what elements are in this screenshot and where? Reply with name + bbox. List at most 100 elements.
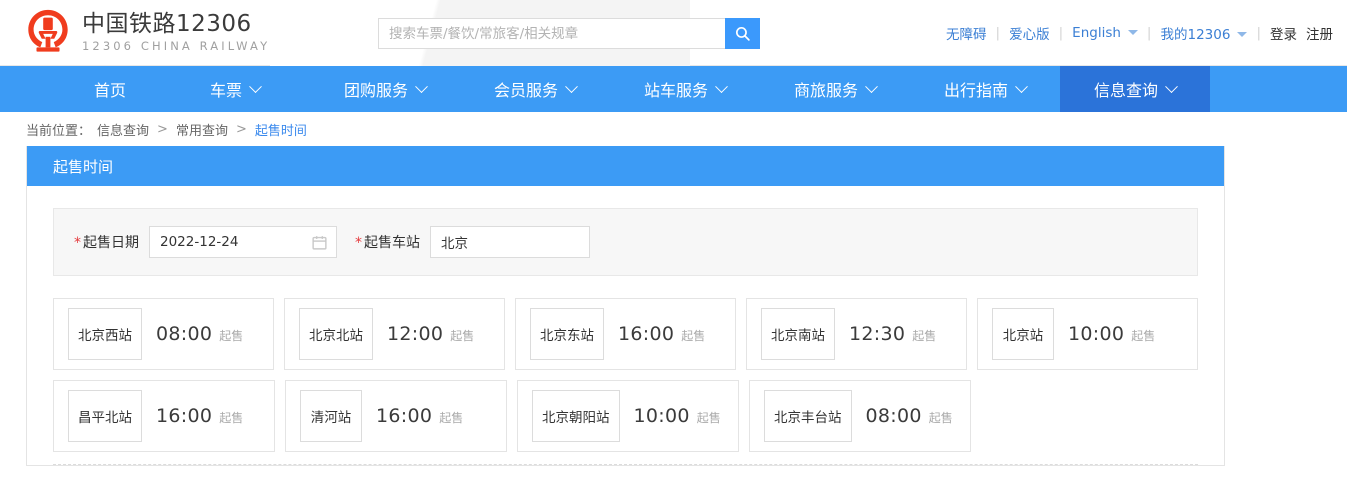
chevron-down-icon (249, 80, 262, 93)
sale-date-input-shell[interactable] (149, 226, 337, 258)
chevron-down-icon (865, 80, 878, 93)
station-name: 北京南站 (761, 308, 835, 360)
nav-item-home[interactable]: 首页 (60, 66, 160, 112)
chevron-down-icon (415, 80, 428, 93)
sale-time-suffix: 起售 (912, 327, 936, 344)
station-card[interactable]: 昌平北站 16:00 起售 (53, 380, 275, 452)
site-header: 中国铁路12306 12306 CHINA RAILWAY 无障碍 | 爱心版 … (0, 0, 1347, 66)
sale-station-input[interactable] (431, 227, 589, 257)
search-button[interactable] (725, 18, 760, 49)
required-mark: * (74, 235, 81, 251)
station-sale-time: 12:30 起售 (849, 323, 936, 345)
sale-station-input-shell[interactable] (430, 226, 590, 258)
breadcrumb: 当前位置： 信息查询 > 常用查询 > 起售时间 (0, 112, 1347, 146)
top-link-divider: | (1256, 25, 1261, 41)
station-sale-time: 10:00 起售 (634, 405, 721, 427)
station-name: 北京西站 (68, 308, 142, 360)
top-link-my12306[interactable]: 我的12306 (1160, 23, 1247, 43)
station-card[interactable]: 北京北站 12:00 起售 (284, 298, 505, 370)
sale-time-value: 16:00 (376, 405, 432, 427)
chevron-down-icon (1237, 32, 1247, 37)
site-search[interactable] (378, 18, 760, 49)
sale-time-suffix: 起售 (929, 409, 953, 426)
sale-time-panel: 起售时间 *起售日期 *起售车站 (26, 146, 1225, 466)
nav-item-home-label: 首页 (94, 77, 126, 101)
breadcrumb-item-common-query[interactable]: 常用查询 (176, 120, 228, 139)
station-card-row: 昌平北站 16:00 起售 清河站 16:00 起售 北京朝阳站 10:00 起… (53, 380, 1198, 452)
top-link-care-edition[interactable]: 爱心版 (1009, 23, 1050, 43)
station-card[interactable]: 清河站 16:00 起售 (285, 380, 507, 452)
chevron-down-icon (1128, 30, 1138, 35)
breadcrumb-item-sale-time[interactable]: 起售时间 (255, 120, 307, 139)
sale-time-value: 08:00 (866, 405, 922, 427)
top-link-divider: | (996, 25, 1001, 41)
nav-item-group-service-label: 团购服务 (344, 77, 408, 101)
top-link-english-label: English (1072, 25, 1121, 41)
china-railway-emblem-icon (24, 8, 72, 56)
station-sale-time: 12:00 起售 (387, 323, 474, 345)
nav-item-info-query[interactable]: 信息查询 (1060, 66, 1210, 112)
site-logo[interactable]: 中国铁路12306 12306 CHINA RAILWAY (24, 8, 270, 56)
station-card[interactable]: 北京东站 16:00 起售 (515, 298, 736, 370)
sale-station-label: *起售车站 (355, 232, 420, 252)
sale-time-suffix: 起售 (697, 409, 721, 426)
nav-item-group-service[interactable]: 团购服务 (310, 66, 460, 112)
station-sale-time: 08:00 起售 (156, 323, 243, 345)
station-sale-time: 10:00 起售 (1068, 323, 1155, 345)
nav-item-travel-guide-label: 出行指南 (944, 77, 1008, 101)
nav-item-station-train-service[interactable]: 站车服务 (610, 66, 760, 112)
station-name: 北京站 (992, 308, 1054, 360)
login-link[interactable]: 登录 (1270, 23, 1297, 43)
nav-item-station-train-service-label: 站车服务 (644, 77, 708, 101)
station-card-row: 北京西站 08:00 起售 北京北站 12:00 起售 北京东站 16:00 起… (53, 298, 1198, 370)
station-sale-time: 16:00 起售 (156, 405, 243, 427)
nav-item-member-service[interactable]: 会员服务 (460, 66, 610, 112)
chevron-down-icon (565, 80, 578, 93)
sale-time-value: 16:00 (618, 323, 674, 345)
sale-time-suffix: 起售 (219, 327, 243, 344)
logo-title-cn: 中国铁路12306 (82, 13, 270, 36)
search-input[interactable] (378, 18, 725, 49)
sale-time-suffix: 起售 (681, 327, 705, 344)
required-mark: * (355, 235, 362, 251)
station-sale-time: 16:00 起售 (376, 405, 463, 427)
station-card[interactable]: 北京站 10:00 起售 (977, 298, 1198, 370)
sale-time-value: 10:00 (1068, 323, 1124, 345)
top-link-accessibility[interactable]: 无障碍 (946, 23, 987, 43)
station-name: 北京丰台站 (764, 390, 852, 442)
nav-item-business-travel[interactable]: 商旅服务 (760, 66, 910, 112)
chevron-down-icon (715, 80, 728, 93)
section-divider (53, 464, 1198, 465)
top-link-my12306-label: 我的12306 (1160, 27, 1230, 43)
top-link-divider: | (1059, 25, 1064, 41)
query-form: *起售日期 *起售车站 (53, 208, 1198, 276)
station-name: 北京北站 (299, 308, 373, 360)
station-name: 昌平北站 (68, 390, 142, 442)
sale-time-value: 10:00 (634, 405, 690, 427)
top-link-english[interactable]: English (1072, 25, 1138, 41)
station-name: 清河站 (300, 390, 362, 442)
nav-item-tickets[interactable]: 车票 (160, 66, 310, 112)
logo-title-en: 12306 CHINA RAILWAY (82, 41, 270, 53)
sale-time-suffix: 起售 (219, 409, 243, 426)
sale-date-label: *起售日期 (74, 232, 139, 252)
nav-item-info-query-label: 信息查询 (1094, 77, 1158, 101)
main-navigation: 首页 车票 团购服务 会员服务 站车服务 商旅服务 出行指南 信息查询 (0, 66, 1347, 112)
station-card[interactable]: 北京南站 12:30 起售 (746, 298, 967, 370)
register-link[interactable]: 注册 (1306, 23, 1333, 43)
station-card[interactable]: 北京西站 08:00 起售 (53, 298, 274, 370)
nav-item-tickets-label: 车票 (210, 77, 242, 101)
sale-station-field: *起售车站 (355, 226, 590, 258)
station-name: 北京朝阳站 (532, 390, 620, 442)
nav-item-travel-guide[interactable]: 出行指南 (910, 66, 1060, 112)
chevron-down-icon (1015, 80, 1028, 93)
sale-date-input[interactable] (150, 227, 336, 257)
calendar-icon[interactable] (311, 234, 328, 251)
page-title: 起售时间 (53, 156, 113, 177)
sale-date-field: *起售日期 (74, 226, 337, 258)
breadcrumb-item-info-query[interactable]: 信息查询 (97, 120, 149, 139)
station-card[interactable]: 北京丰台站 08:00 起售 (749, 380, 971, 452)
sale-time-value: 12:30 (849, 323, 905, 345)
station-card[interactable]: 北京朝阳站 10:00 起售 (517, 380, 739, 452)
sale-time-suffix: 起售 (1131, 327, 1155, 344)
